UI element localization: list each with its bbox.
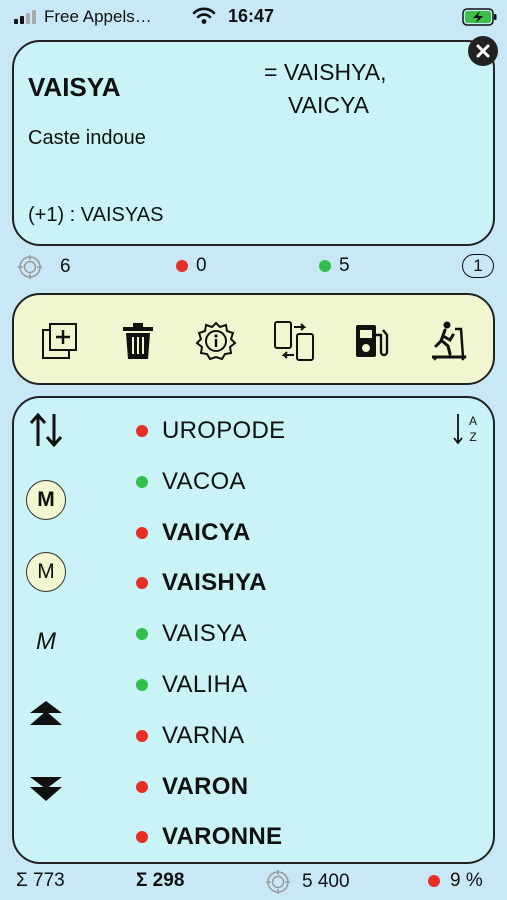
list-item-word: VAICYA (162, 518, 251, 546)
list-item-word: VARON (162, 772, 249, 800)
list-item-word: VAISHYA (162, 569, 267, 597)
green-dot-icon (136, 475, 148, 488)
variant-line-1: = VAISHYA, (264, 59, 387, 85)
close-icon[interactable] (468, 36, 498, 66)
battery-charging-icon (462, 8, 498, 31)
green-dot-icon (136, 628, 148, 641)
status-bar: Free Appels… 16:47 (0, 0, 507, 34)
sort-az-icon[interactable]: A Z (452, 412, 482, 446)
add-copy-icon[interactable] (36, 317, 84, 365)
list-item-word: VAISYA (162, 620, 247, 648)
word-card: VAISYA = VAISHYA, VAICYA Caste indoue (+… (12, 40, 495, 246)
definition: Caste indoue (28, 127, 146, 149)
list-item[interactable]: VARON (136, 767, 248, 807)
red-dot-icon (428, 875, 440, 887)
red-dot-icon (136, 831, 148, 844)
counter-badge[interactable]: 1 (462, 254, 494, 278)
list-item[interactable]: VARNA (136, 716, 244, 756)
green-dot-icon (319, 260, 331, 272)
sigma-bold: Σ 298 (136, 870, 185, 891)
target-total-value: 5 400 (302, 871, 350, 892)
svg-text:A: A (469, 414, 477, 428)
scroll-bottom-icon[interactable] (28, 770, 64, 806)
list-item[interactable]: VAISYA (136, 614, 247, 654)
target-total: 5 400 (264, 870, 350, 894)
list-item[interactable]: VAISHYA (136, 563, 267, 603)
svg-text:Z: Z (469, 430, 476, 444)
red-dot-icon (136, 425, 148, 437)
green-stat: 5 (319, 255, 350, 277)
footer: Σ 773 Σ 298 5 400 9 % (0, 864, 507, 900)
red-stat: 0 (176, 255, 207, 277)
list-item-word: VARNA (162, 721, 245, 749)
carrier-name: Free Appels… (44, 7, 152, 26)
target-icon (18, 255, 42, 279)
target-stat: 6 (16, 255, 71, 279)
red-dot-icon (136, 780, 148, 793)
sort-arrows-icon[interactable] (26, 410, 66, 450)
green-count: 5 (339, 255, 350, 276)
trash-icon[interactable] (114, 317, 162, 365)
list-item-word: VALIHA (162, 671, 248, 698)
target-icon (266, 870, 290, 894)
m-regular-button[interactable]: M (26, 552, 66, 592)
list-item[interactable]: VALIHA (136, 665, 247, 705)
fuel-station-icon[interactable] (348, 317, 396, 365)
plural-form: (+1) : VAISYAS (28, 204, 164, 226)
percent-stat: 9 % (428, 870, 483, 892)
sync-devices-icon[interactable] (270, 317, 318, 365)
variants: = VAISHYA, VAICYA (264, 56, 387, 122)
list-item[interactable]: VACOA (136, 462, 246, 502)
headword: VAISYA (28, 72, 121, 102)
clock: 16:47 (228, 6, 275, 26)
red-dot-icon (136, 729, 148, 742)
list-item[interactable]: UROPODE (136, 411, 285, 451)
signal-strength-icon (14, 8, 36, 24)
word-list-panel: M M M A Z UROPODE VACOA VAICYA VAISHYA VAISY… (12, 396, 495, 864)
toolbar (12, 293, 495, 385)
treadmill-icon[interactable] (426, 317, 474, 365)
list-item[interactable]: VARONNE (136, 817, 282, 857)
scroll-top-icon[interactable] (28, 696, 64, 732)
stats-row: 6 0 5 1 (0, 252, 507, 280)
percent-value: 9 % (450, 870, 483, 891)
variant-line-2: VAICYA (288, 92, 369, 118)
wifi-icon (192, 7, 216, 30)
green-dot-icon (136, 679, 148, 691)
settings-info-icon[interactable] (192, 317, 240, 365)
list-item-word: UROPODE (162, 417, 286, 444)
target-count: 6 (60, 256, 71, 277)
m-italic-button[interactable]: M (26, 622, 66, 662)
red-dot-icon (136, 526, 148, 539)
m-bold-button[interactable]: M (26, 480, 66, 520)
red-dot-icon (136, 577, 148, 590)
list-item[interactable]: VAICYA (136, 513, 251, 553)
red-dot-icon (176, 260, 188, 272)
red-count: 0 (196, 255, 207, 276)
list-item-word: VARONNE (162, 823, 283, 851)
list-item-word: VACOA (162, 467, 246, 495)
sigma-total: Σ 773 (16, 870, 65, 891)
